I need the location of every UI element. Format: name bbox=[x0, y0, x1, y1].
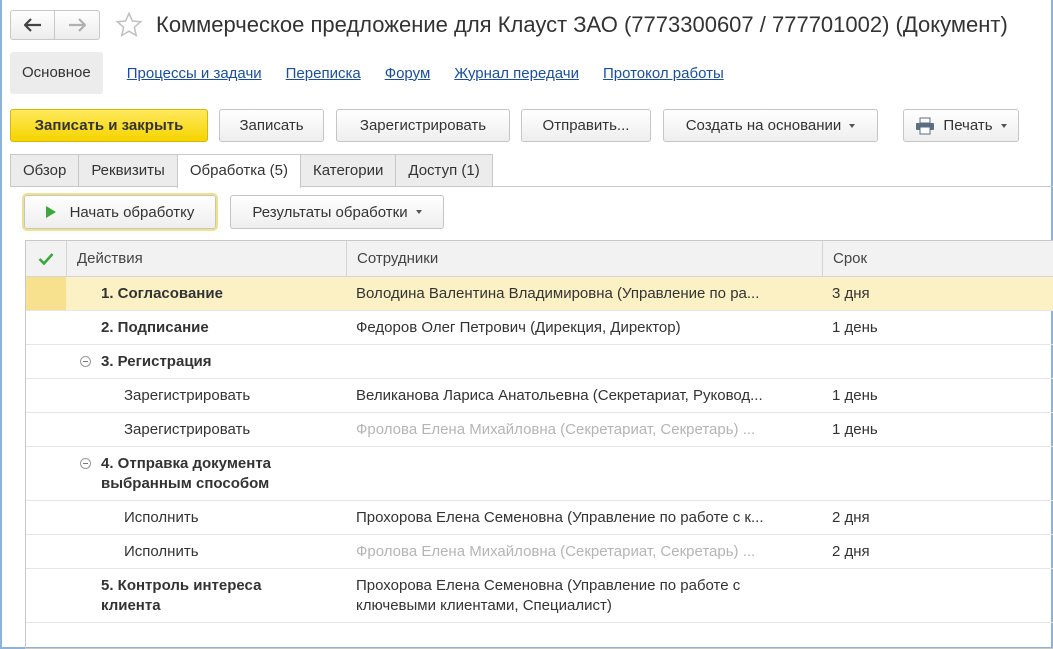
action-cell: Зарегистрировать bbox=[124, 387, 251, 404]
forward-button[interactable] bbox=[55, 10, 100, 40]
chevron-down-icon bbox=[1000, 123, 1007, 128]
section-transfer-log[interactable]: Журнал передачи bbox=[454, 65, 579, 82]
processing-table: Действия Сотрудники Срок 1. Согласование… bbox=[25, 240, 1053, 649]
tab-details[interactable]: Реквизиты bbox=[78, 154, 178, 187]
action-cell: 4. Отправка документа выбранным способом bbox=[101, 455, 272, 492]
section-forum[interactable]: Форум bbox=[385, 65, 431, 82]
section-correspondence[interactable]: Переписка bbox=[286, 65, 361, 82]
send-button[interactable]: Отправить... bbox=[521, 109, 651, 142]
create-based-on-label: Создать на основании bbox=[685, 117, 842, 134]
section-nav: Основное Процессы и задачи Переписка Фор… bbox=[10, 52, 724, 94]
employee-cell: Великанова Лариса Анатольевна (Секретари… bbox=[356, 387, 763, 404]
header-term[interactable]: Срок bbox=[822, 241, 1053, 277]
employee-cell: Прохорова Елена Семеновна (Управление по… bbox=[356, 509, 764, 526]
employee-cell: Володина Валентина Владимировна (Управле… bbox=[356, 285, 760, 302]
back-button[interactable] bbox=[10, 10, 55, 40]
action-cell: 2. Подписание bbox=[101, 318, 209, 336]
table-row[interactable]: 3. Регистрация bbox=[26, 345, 1053, 379]
print-button[interactable]: Печать bbox=[903, 109, 1019, 142]
table-row[interactable]: Исполнить Прохорова Елена Семеновна (Упр… bbox=[26, 501, 1053, 535]
check-column-header[interactable] bbox=[26, 241, 66, 277]
table-row[interactable]: 5. Контроль интереса клиента Прохорова Е… bbox=[26, 569, 1053, 623]
action-cell: 3. Регистрация bbox=[101, 352, 212, 370]
term-cell: 3 дня bbox=[832, 285, 870, 302]
action-cell: Зарегистрировать bbox=[124, 421, 251, 438]
term-cell: 1 день bbox=[832, 387, 878, 404]
play-icon bbox=[45, 206, 56, 218]
tab-access[interactable]: Доступ (1) bbox=[395, 154, 493, 187]
tab-processing[interactable]: Обработка (5) bbox=[176, 154, 301, 188]
table-header: Действия Сотрудники Срок bbox=[26, 241, 1053, 277]
table-row[interactable]: Зарегистрировать Фролова Елена Михайловн… bbox=[26, 413, 1053, 447]
employee-cell: Прохорова Елена Семеновна (Управление по… bbox=[356, 577, 741, 614]
start-processing-button[interactable]: Начать обработку bbox=[22, 193, 218, 231]
chevron-down-icon bbox=[849, 123, 856, 128]
header-employees[interactable]: Сотрудники bbox=[346, 241, 822, 277]
term-cell: 2 дня bbox=[832, 509, 870, 526]
term-cell: 2 дня bbox=[832, 543, 870, 560]
action-cell: Исполнить bbox=[124, 543, 199, 560]
tab-overview[interactable]: Обзор bbox=[10, 154, 80, 187]
processing-results-label: Результаты обработки bbox=[252, 203, 408, 221]
checkmark-icon bbox=[38, 253, 54, 266]
table-row[interactable]: 1. Согласование Володина Валентина Влади… bbox=[26, 277, 1053, 311]
save-and-close-button[interactable]: Записать и закрыть bbox=[10, 109, 208, 142]
employee-cell: Фролова Елена Михайловна (Секретариат, С… bbox=[356, 421, 756, 438]
collapse-icon[interactable] bbox=[80, 458, 91, 469]
header-actions[interactable]: Действия bbox=[66, 241, 346, 277]
arrow-left-icon bbox=[23, 18, 41, 32]
table-row[interactable]: 4. Отправка документа выбранным способом bbox=[26, 447, 1053, 501]
arrow-right-icon bbox=[69, 18, 86, 32]
action-cell: Исполнить bbox=[124, 509, 199, 526]
table-row[interactable]: Исполнить Фролова Елена Михайловна (Секр… bbox=[26, 535, 1053, 569]
print-label: Печать bbox=[943, 117, 993, 134]
toolbar: Записать и закрыть Записать Зарегистриро… bbox=[10, 109, 1040, 143]
tab-divider bbox=[10, 186, 1053, 187]
employee-cell: Фролова Елена Михайловна (Секретариат, С… bbox=[356, 543, 756, 560]
term-cell: 1 день bbox=[832, 319, 878, 336]
title-bar: Коммерческое предложение для Клауст ЗАО … bbox=[10, 8, 1008, 42]
action-cell: 1. Согласование bbox=[101, 284, 223, 302]
register-button[interactable]: Зарегистрировать bbox=[336, 109, 510, 142]
action-cell: 5. Контроль интереса клиента bbox=[101, 577, 262, 614]
table-row[interactable]: 2. Подписание Федоров Олег Петрович (Дир… bbox=[26, 311, 1053, 345]
create-based-on-button[interactable]: Создать на основании bbox=[663, 109, 878, 142]
printer-icon bbox=[916, 117, 935, 134]
window-title: Коммерческое предложение для Клауст ЗАО … bbox=[156, 12, 1008, 37]
processing-results-button[interactable]: Результаты обработки bbox=[230, 195, 444, 229]
chevron-down-icon bbox=[415, 210, 422, 214]
favorite-button[interactable] bbox=[114, 10, 144, 40]
document-tabs: Обзор Реквизиты Обработка (5) Категории … bbox=[10, 154, 493, 188]
employee-cell: Федоров Олег Петрович (Дирекция, Директо… bbox=[356, 319, 681, 336]
tab-categories[interactable]: Категории bbox=[300, 154, 397, 187]
save-button[interactable]: Записать bbox=[219, 109, 324, 142]
start-processing-label: Начать обработку bbox=[69, 203, 195, 221]
section-processes[interactable]: Процессы и задачи bbox=[127, 65, 262, 82]
section-main[interactable]: Основное bbox=[10, 52, 103, 94]
row-gutter bbox=[26, 277, 66, 310]
star-icon bbox=[115, 11, 143, 38]
table-row[interactable]: Зарегистрировать Великанова Лариса Анато… bbox=[26, 379, 1053, 413]
section-work-protocol[interactable]: Протокол работы bbox=[603, 65, 724, 82]
collapse-icon[interactable] bbox=[80, 356, 91, 367]
term-cell: 1 день bbox=[832, 421, 878, 438]
